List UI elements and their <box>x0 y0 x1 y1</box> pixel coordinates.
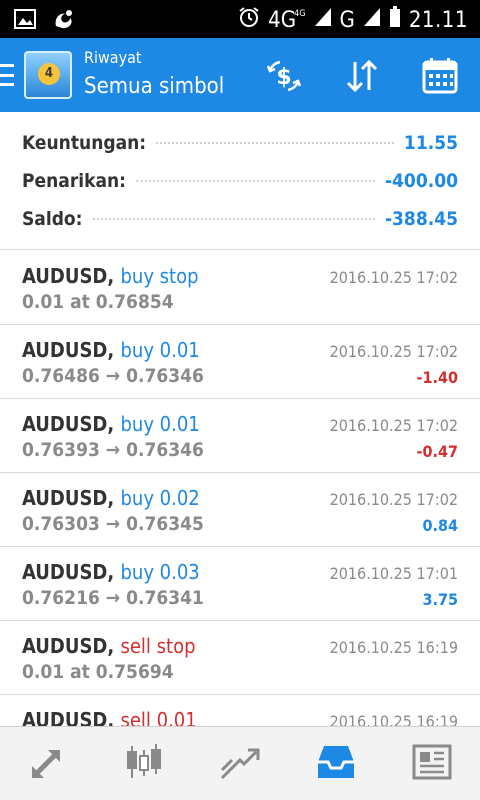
nav-quotes[interactable] <box>0 727 96 800</box>
order-date: 2016.10.25 17:02 <box>329 490 458 509</box>
balance-value: -388.45 <box>384 208 458 230</box>
order-symbol: AUDUSD, <box>22 338 115 362</box>
news-icon <box>410 740 454 788</box>
order-detail: 0.76303 → 0.76345 <box>22 513 204 535</box>
order-symbol-line: AUDUSD, buy 0.01 <box>22 412 200 436</box>
order-date: 2016.10.25 17:02 <box>329 342 458 361</box>
network-type-label: G <box>339 7 355 33</box>
summary-row-profit: Keuntungan: 11.55 <box>22 128 458 158</box>
order-action: buy 0.02 <box>120 486 200 510</box>
logo-badge: 4 <box>38 63 60 85</box>
network-label: 4G <box>268 7 297 33</box>
currency-exchange-icon[interactable]: $ <box>264 56 304 96</box>
list-item[interactable]: AUDUSD, buy 0.01 0.76486 → 0.76346 2016.… <box>0 325 480 399</box>
profit-label: Keuntungan: <box>22 132 147 154</box>
nav-history[interactable] <box>288 727 384 800</box>
title-block[interactable]: Riwayat Semua simbol <box>84 48 224 102</box>
uc-browser-icon <box>52 8 76 34</box>
list-item[interactable]: AUDUSD, buy 0.03 0.76216 → 0.76341 2016.… <box>0 547 480 621</box>
status-bar: 4G 4G G 21.11 <box>0 0 480 38</box>
trade-icon <box>218 740 262 788</box>
order-symbol-line: AUDUSD, buy 0.01 <box>22 338 200 362</box>
order-date: 2016.10.25 17:02 <box>329 268 458 287</box>
profit-value: 11.55 <box>403 132 458 154</box>
order-detail: 0.76393 → 0.76346 <box>22 439 204 461</box>
balance-label: Saldo: <box>22 208 83 230</box>
order-symbol-line: AUDUSD, buy stop <box>22 264 199 288</box>
list-item[interactable]: AUDUSD, sell stop 0.01 at 0.75694 2016.1… <box>0 621 480 695</box>
order-detail: 0.76216 → 0.76341 <box>22 587 204 609</box>
battery-icon <box>389 6 401 34</box>
order-symbol: AUDUSD, <box>22 486 115 510</box>
dotted-leader <box>156 142 394 144</box>
order-action: buy 0.03 <box>120 560 200 584</box>
app-bar: 4 Riwayat Semua simbol $ <box>0 38 480 112</box>
sort-icon[interactable] <box>342 56 382 96</box>
signal-icon <box>363 7 381 33</box>
account-summary: Keuntungan: 11.55 Penarikan: -400.00 Sal… <box>0 112 480 250</box>
menu-icon[interactable] <box>0 64 14 86</box>
list-item[interactable]: AUDUSD, buy 0.01 0.76393 → 0.76346 2016.… <box>0 399 480 473</box>
signal-icon <box>314 7 332 33</box>
order-profit: 3.75 <box>422 590 458 609</box>
order-symbol: AUDUSD, <box>22 264 115 288</box>
alarm-icon <box>238 6 260 34</box>
order-profit: -1.40 <box>416 368 459 387</box>
order-symbol: AUDUSD, <box>22 634 115 658</box>
order-date: 2016.10.25 17:01 <box>329 564 458 583</box>
withdrawal-value: -400.00 <box>384 170 458 192</box>
order-profit: 0.84 <box>422 516 458 535</box>
order-detail: 0.01 at 0.76854 <box>22 291 174 313</box>
bottom-navigation <box>0 726 480 800</box>
nav-chart[interactable] <box>96 727 192 800</box>
order-action: buy 0.01 <box>120 412 200 436</box>
history-list[interactable]: AUDUSD, buy stop 0.01 at 0.76854 2016.10… <box>0 251 480 769</box>
page-subtitle: Riwayat <box>84 48 142 67</box>
nav-news[interactable] <box>384 727 480 800</box>
summary-row-withdrawal: Penarikan: -400.00 <box>22 166 458 196</box>
order-action: buy stop <box>120 264 199 288</box>
order-date: 2016.10.25 16:19 <box>329 638 458 657</box>
list-item[interactable]: AUDUSD, buy stop 0.01 at 0.76854 2016.10… <box>0 251 480 325</box>
chart-icon <box>122 740 166 788</box>
list-item[interactable]: AUDUSD, buy 0.02 0.76303 → 0.76345 2016.… <box>0 473 480 547</box>
order-action: buy 0.01 <box>120 338 200 362</box>
history-icon <box>314 740 358 788</box>
order-action: sell stop <box>120 634 196 658</box>
order-detail: 0.76486 → 0.76346 <box>22 365 204 387</box>
order-date: 2016.10.25 17:02 <box>329 416 458 435</box>
order-symbol: AUDUSD, <box>22 412 115 436</box>
calendar-icon[interactable] <box>420 56 460 96</box>
page-title: Semua simbol <box>84 74 225 99</box>
summary-row-balance: Saldo: -388.45 <box>22 204 458 234</box>
image-icon <box>14 9 36 33</box>
order-symbol-line: AUDUSD, buy 0.03 <box>22 560 200 584</box>
nav-trade[interactable] <box>192 727 288 800</box>
quotes-icon <box>26 740 70 788</box>
app-logo[interactable]: 4 <box>24 51 72 99</box>
network-small-label: 4G <box>294 9 306 19</box>
withdrawal-label: Penarikan: <box>22 170 127 192</box>
clock: 21.11 <box>408 7 468 33</box>
svg-text:$: $ <box>276 65 291 90</box>
dotted-leader <box>136 180 375 182</box>
order-symbol-line: AUDUSD, buy 0.02 <box>22 486 200 510</box>
dotted-leader <box>92 218 375 220</box>
order-profit: -0.47 <box>416 442 459 461</box>
order-detail: 0.01 at 0.75694 <box>22 661 174 683</box>
order-symbol-line: AUDUSD, sell stop <box>22 634 196 658</box>
order-symbol: AUDUSD, <box>22 560 115 584</box>
